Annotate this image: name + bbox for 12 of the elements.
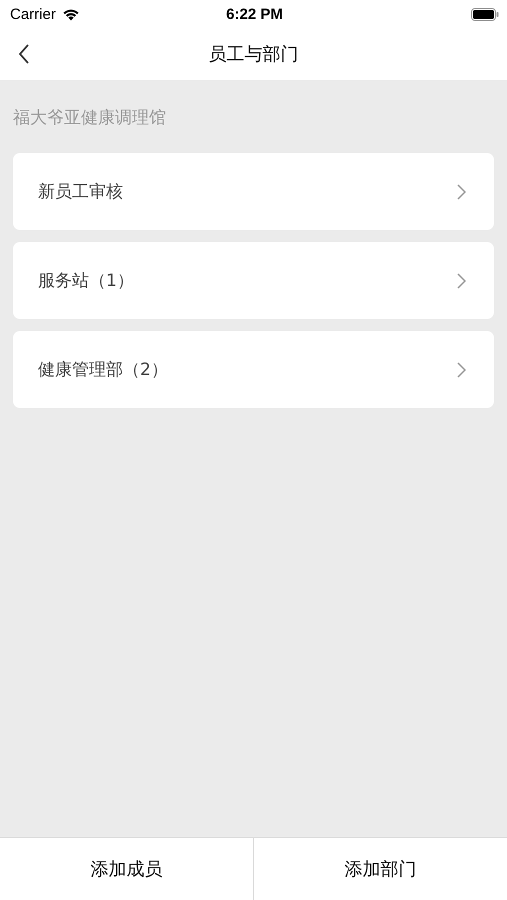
list-item[interactable]: 服务站（1） — [13, 242, 494, 319]
battery-icon — [470, 8, 499, 20]
chevron-right-icon — [457, 362, 466, 378]
organization-name: 福大爷亚健康调理馆 — [13, 107, 167, 130]
list-item[interactable]: 新员工审核 — [13, 153, 494, 230]
chevron-right-icon — [457, 184, 466, 200]
wifi-icon — [62, 8, 80, 20]
carrier-name: Carrier — [10, 6, 56, 22]
chevron-right-icon — [457, 272, 466, 288]
status-time: 6:22 PM — [226, 6, 283, 22]
page-title: 员工与部门 — [208, 43, 298, 66]
list-item[interactable]: 健康管理部（2） — [13, 331, 494, 408]
